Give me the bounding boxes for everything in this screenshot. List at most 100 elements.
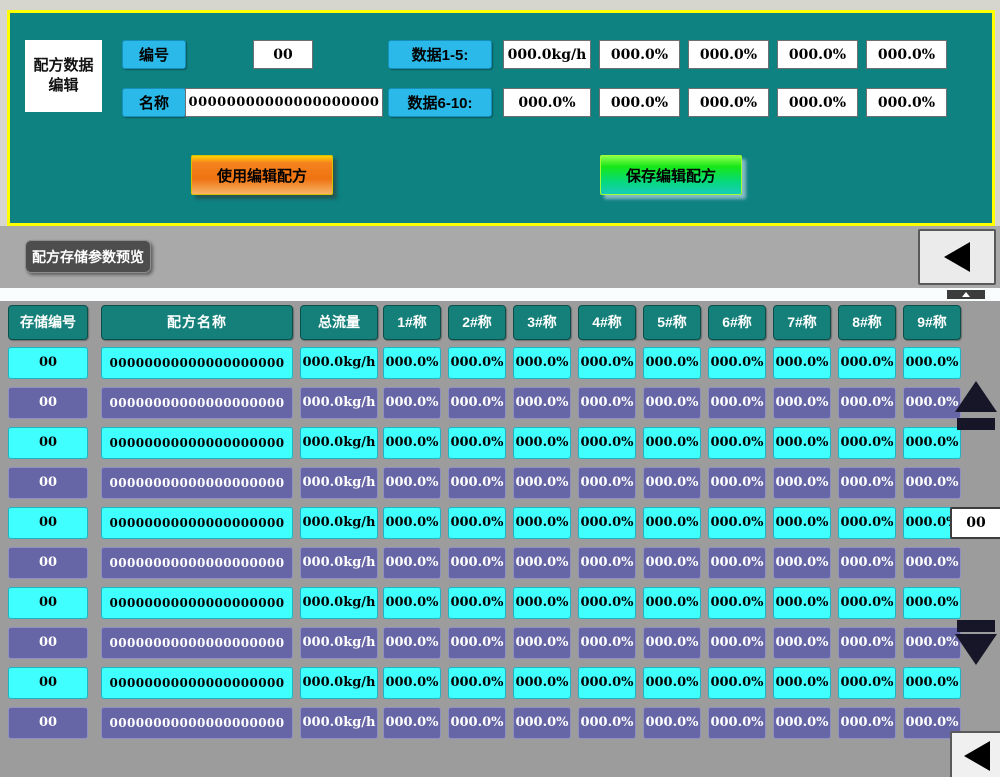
cell-storage-number: 00 (8, 627, 88, 659)
cell-total-flow: 000.0kg/h (300, 467, 378, 499)
cell-scale-value: 000.0% (773, 507, 831, 539)
edit-data-value-field[interactable]: 000.0% (688, 88, 769, 117)
data-6-10-values: 000.0% 000.0% 000.0% 000.0% 000.0% (503, 88, 947, 117)
back-button-top[interactable] (918, 229, 996, 285)
name-value-field[interactable]: 00000000000000000000 (185, 88, 383, 117)
cell-scale-value: 000.0% (643, 507, 701, 539)
cell-scale-value: 000.0% (838, 387, 896, 419)
cell-storage-number: 00 (8, 667, 88, 699)
cell-scale-value: 000.0% (643, 587, 701, 619)
column-header: 配方名称 (101, 305, 293, 340)
cell-total-flow: 000.0kg/h (300, 347, 378, 379)
cell-storage-number: 00 (8, 427, 88, 459)
cell-total-flow: 000.0kg/h (300, 587, 378, 619)
number-value-field[interactable]: 00 (253, 40, 313, 69)
cell-scale-value: 000.0% (643, 427, 701, 459)
table-row: 0000000000000000000000000.0kg/h000.0%000… (8, 467, 961, 499)
scroll-down-button[interactable] (953, 620, 999, 665)
table-row: 0000000000000000000000000.0kg/h000.0%000… (8, 627, 961, 659)
panel-title-line1: 配方数据 (33, 56, 93, 76)
edit-data-value-field[interactable]: 000.0% (866, 40, 947, 69)
table-row: 0000000000000000000000000.0kg/h000.0%000… (8, 587, 961, 619)
cell-scale-value: 000.0% (383, 627, 441, 659)
cell-scale-value: 000.0% (578, 347, 636, 379)
cell-scale-value: 000.0% (838, 707, 896, 739)
cell-scale-value: 000.0% (903, 467, 961, 499)
cell-recipe-name: 00000000000000000000 (101, 587, 293, 619)
panel-title-line2: 编辑 (48, 76, 78, 96)
table-row: 0000000000000000000000000.0kg/h000.0%000… (8, 347, 961, 379)
edit-data-value-field[interactable]: 000.0% (866, 88, 947, 117)
scroll-up-button[interactable] (953, 381, 999, 430)
cell-scale-value: 000.0% (903, 587, 961, 619)
column-header: 4#称 (578, 305, 636, 340)
edit-data-value-field[interactable]: 000.0kg/h (503, 40, 591, 69)
cell-scale-value: 000.0% (773, 587, 831, 619)
save-edit-recipe-button[interactable]: 保存编辑配方 (600, 155, 742, 195)
name-label-button[interactable]: 名称 (122, 88, 186, 117)
cell-scale-value: 000.0% (708, 387, 766, 419)
cell-scale-value: 000.0% (773, 707, 831, 739)
use-edit-recipe-button[interactable]: 使用编辑配方 (191, 155, 333, 195)
cell-scale-value: 000.0% (838, 507, 896, 539)
cell-scale-value: 000.0% (838, 667, 896, 699)
cell-scale-value: 000.0% (578, 667, 636, 699)
page-index-field[interactable]: 00 (950, 507, 1000, 539)
cell-total-flow: 000.0kg/h (300, 707, 378, 739)
cell-scale-value: 000.0% (383, 707, 441, 739)
table-row: 0000000000000000000000000.0kg/h000.0%000… (8, 707, 961, 739)
column-header: 存储编号 (8, 305, 88, 340)
cell-total-flow: 000.0kg/h (300, 667, 378, 699)
cell-scale-value: 000.0% (708, 627, 766, 659)
table-row: 0000000000000000000000000.0kg/h000.0%000… (8, 547, 961, 579)
cell-scale-value: 000.0% (643, 547, 701, 579)
cell-scale-value: 000.0% (708, 707, 766, 739)
cell-scale-value: 000.0% (773, 427, 831, 459)
cell-scale-value: 000.0% (838, 347, 896, 379)
data-6-10-label-button[interactable]: 数据6-10: (388, 88, 492, 117)
table-row: 0000000000000000000000000.0kg/h000.0%000… (8, 507, 961, 539)
recipe-storage-table: 存储编号配方名称总流量1#称2#称3#称4#称5#称6#称7#称8#称9#称 0… (0, 301, 1000, 777)
cell-storage-number: 00 (8, 507, 88, 539)
edit-data-value-field[interactable]: 000.0% (503, 88, 591, 117)
hmi-screen: 配方数据 编辑 编号 00 数据1-5: 000.0kg/h000.0%000.… (0, 0, 1000, 777)
edit-data-value-field[interactable]: 000.0% (688, 40, 769, 69)
scroll-top-handle[interactable] (947, 290, 985, 299)
toolbar: 配方存储参数预览 (0, 226, 1000, 288)
recipe-storage-preview-button[interactable]: 配方存储参数预览 (25, 240, 151, 273)
cell-scale-value: 000.0% (383, 347, 441, 379)
cell-scale-value: 000.0% (513, 387, 571, 419)
cell-recipe-name: 00000000000000000000 (101, 427, 293, 459)
cell-storage-number: 00 (8, 467, 88, 499)
edit-data-value-field[interactable]: 000.0% (777, 88, 858, 117)
cell-recipe-name: 00000000000000000000 (101, 347, 293, 379)
table-header-row: 存储编号配方名称总流量1#称2#称3#称4#称5#称6#称7#称8#称9#称 (8, 305, 961, 340)
cell-total-flow: 000.0kg/h (300, 627, 378, 659)
cell-scale-value: 000.0% (838, 427, 896, 459)
table-row: 0000000000000000000000000.0kg/h000.0%000… (8, 387, 961, 419)
table-row: 0000000000000000000000000.0kg/h000.0%000… (8, 427, 961, 459)
cell-scale-value: 000.0% (578, 587, 636, 619)
cell-recipe-name: 00000000000000000000 (101, 547, 293, 579)
edit-data-value-field[interactable]: 000.0% (599, 88, 680, 117)
down-arrow-icon (955, 634, 997, 665)
cell-scale-value: 000.0% (773, 547, 831, 579)
column-header: 1#称 (383, 305, 441, 340)
cell-scale-value: 000.0% (383, 387, 441, 419)
back-icon (944, 242, 970, 272)
cell-scale-value: 000.0% (903, 347, 961, 379)
cell-scale-value: 000.0% (643, 347, 701, 379)
cell-scale-value: 000.0% (773, 387, 831, 419)
cell-scale-value: 000.0% (448, 707, 506, 739)
edit-data-value-field[interactable]: 000.0% (777, 40, 858, 69)
number-label-button[interactable]: 编号 (122, 40, 186, 69)
cell-scale-value: 000.0% (513, 547, 571, 579)
cell-scale-value: 000.0% (448, 587, 506, 619)
data-1-5-label-button[interactable]: 数据1-5: (388, 40, 492, 69)
cell-scale-value: 000.0% (448, 507, 506, 539)
column-header: 6#称 (708, 305, 766, 340)
edit-data-value-field[interactable]: 000.0% (599, 40, 680, 69)
cell-recipe-name: 00000000000000000000 (101, 707, 293, 739)
back-button-bottom[interactable] (950, 731, 1000, 777)
cell-scale-value: 000.0% (578, 627, 636, 659)
